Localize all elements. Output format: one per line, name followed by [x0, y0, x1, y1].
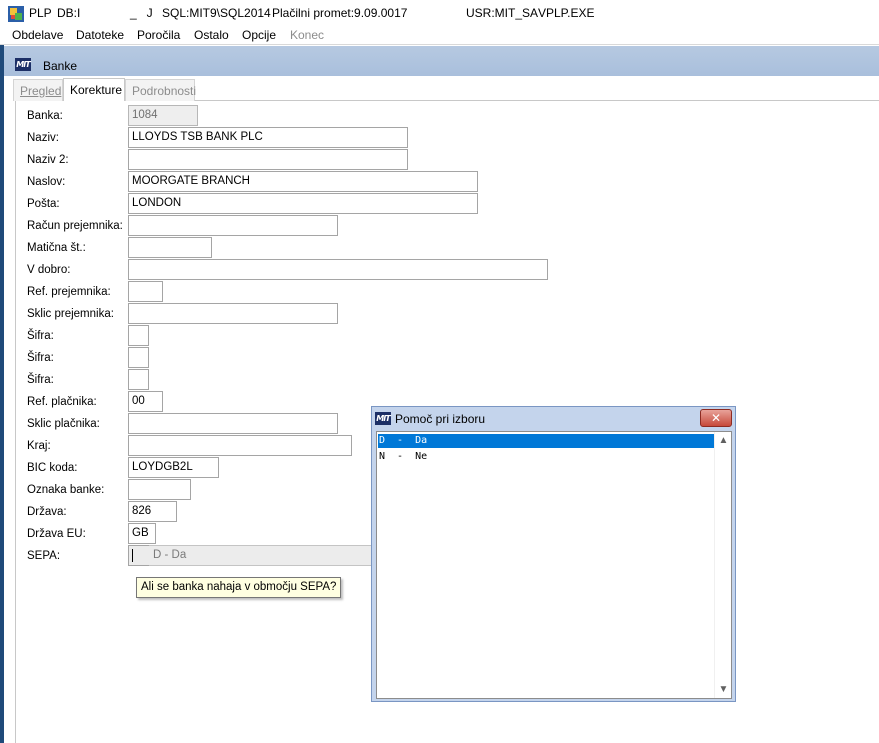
- label-sifra-2: Šifra:: [27, 352, 54, 364]
- label-sklic-placnika: Sklic plačnika:: [27, 418, 100, 430]
- oznaka-banke-field[interactable]: [128, 479, 191, 500]
- menu-datoteke[interactable]: Datoteke: [76, 28, 124, 42]
- window-title: Banke: [43, 59, 78, 73]
- bic-field[interactable]: LOYDGB2L: [128, 457, 219, 478]
- label-sifra-3: Šifra:: [27, 374, 54, 386]
- v-dobro-field[interactable]: [128, 259, 548, 280]
- label-sepa: SEPA:: [27, 550, 61, 562]
- label-banka: Banka:: [27, 110, 63, 122]
- label-naslov: Naslov:: [27, 176, 66, 188]
- sifra-3-field[interactable]: [128, 369, 149, 390]
- title-user: USR:MIT_SA: [466, 6, 539, 20]
- child-window-caption: MIT Banke: [4, 45, 879, 76]
- sifra-2-field[interactable]: [128, 347, 149, 368]
- title-app: PLP: [29, 6, 52, 20]
- mit-logo-icon: MIT: [375, 412, 391, 425]
- tab-pregled[interactable]: Pregled: [13, 79, 63, 101]
- tab-podrobnosti[interactable]: Podrobnosti: [125, 79, 197, 101]
- menu-obdelave[interactable]: Obdelave: [12, 28, 63, 42]
- label-ref-placnika: Ref. plačnika:: [27, 396, 97, 408]
- menu-konec[interactable]: Konec: [290, 28, 324, 42]
- close-button[interactable]: ✕: [700, 409, 732, 427]
- selection-help-dialog: MIT Pomoč pri izboru ✕ D - Da N - Ne ▲ ▼: [371, 406, 736, 702]
- option-item-d[interactable]: D - Da: [378, 434, 715, 448]
- sklic-placnika-field[interactable]: [128, 413, 338, 434]
- sepa-description: D - Da: [149, 545, 373, 566]
- label-kraj: Kraj:: [27, 440, 51, 452]
- label-posta: Pošta:: [27, 198, 60, 210]
- vertical-scrollbar[interactable]: ▲ ▼: [714, 432, 731, 698]
- ref-prejemnika-field[interactable]: [128, 281, 163, 302]
- title-promet: Plačilni promet:9.09.0017: [272, 6, 408, 20]
- label-ref-prejemnika: Ref. prejemnika:: [27, 286, 111, 298]
- option-list[interactable]: D - Da N - Ne ▲ ▼: [376, 431, 732, 699]
- label-drzava: Država:: [27, 506, 67, 518]
- scroll-up-icon[interactable]: ▲: [715, 432, 732, 449]
- menu-porocila[interactable]: Poročila: [137, 28, 180, 42]
- naslov-field[interactable]: MOORGATE BRANCH: [128, 171, 478, 192]
- banka-field: 1084: [128, 105, 198, 126]
- title-mid: _ J: [130, 6, 153, 20]
- tab-podrobnosti-label: Podrobnosti: [132, 84, 197, 98]
- title-sql: SQL:MIT9\SQL2014: [162, 6, 271, 20]
- drzava-field[interactable]: 826: [128, 501, 177, 522]
- sepa-field[interactable]: [128, 545, 150, 566]
- sifra-1-field[interactable]: [128, 325, 149, 346]
- mit-logo-icon: MIT: [15, 58, 31, 71]
- tab-korekture[interactable]: Korekture: [63, 78, 125, 102]
- label-sklic-prejemnika: Sklic prejemnika:: [27, 308, 114, 320]
- dialog-title: Pomoč pri izboru: [395, 412, 486, 426]
- racun-prejemnika-field[interactable]: [128, 215, 338, 236]
- label-maticna: Matična št.:: [27, 242, 86, 254]
- sklic-prejemnika-field[interactable]: [128, 303, 338, 324]
- text-caret: [132, 549, 133, 562]
- drzava-eu-field[interactable]: GB: [128, 523, 156, 544]
- maticna-field[interactable]: [128, 237, 212, 258]
- label-naziv2: Naziv 2:: [27, 154, 69, 166]
- kraj-field[interactable]: [128, 435, 352, 456]
- label-drzava-eu: Država EU:: [27, 528, 86, 540]
- title-db: DB:I: [57, 6, 81, 20]
- naziv-field[interactable]: LLOYDS TSB BANK PLC: [128, 127, 408, 148]
- scroll-down-icon[interactable]: ▼: [715, 681, 732, 698]
- sepa-tooltip: Ali se banka nahaja v območju SEPA?: [136, 577, 342, 598]
- title-exe: VPLP.EXE: [538, 6, 595, 20]
- posta-field[interactable]: LONDON: [128, 193, 478, 214]
- label-naziv: Naziv:: [27, 132, 59, 144]
- app-icon: [8, 6, 24, 22]
- tab-pregled-label: Pregled: [20, 84, 62, 98]
- title-bar: PLP DB:I _ J SQL:MIT9\SQL2014 Plačilni p…: [0, 0, 879, 26]
- naziv2-field[interactable]: [128, 149, 408, 170]
- menu-bar: Obdelave Datoteke Poročila Ostalo Opcije…: [0, 26, 879, 45]
- label-v-dobro: V dobro:: [27, 264, 71, 276]
- label-oznaka-banke: Oznaka banke:: [27, 484, 105, 496]
- menu-opcije[interactable]: Opcije: [242, 28, 276, 42]
- menu-ostalo[interactable]: Ostalo: [194, 28, 229, 42]
- tab-korekture-label: Korekture: [70, 83, 123, 97]
- tab-strip: Pregled Korekture Podrobnosti: [13, 78, 879, 102]
- option-item-n[interactable]: N - Ne: [378, 450, 715, 464]
- label-sifra-1: Šifra:: [27, 330, 54, 342]
- label-racun-prejemnika: Račun prejemnika:: [27, 220, 123, 232]
- ref-placnika-field[interactable]: 00: [128, 391, 163, 412]
- label-bic: BIC koda:: [27, 462, 78, 474]
